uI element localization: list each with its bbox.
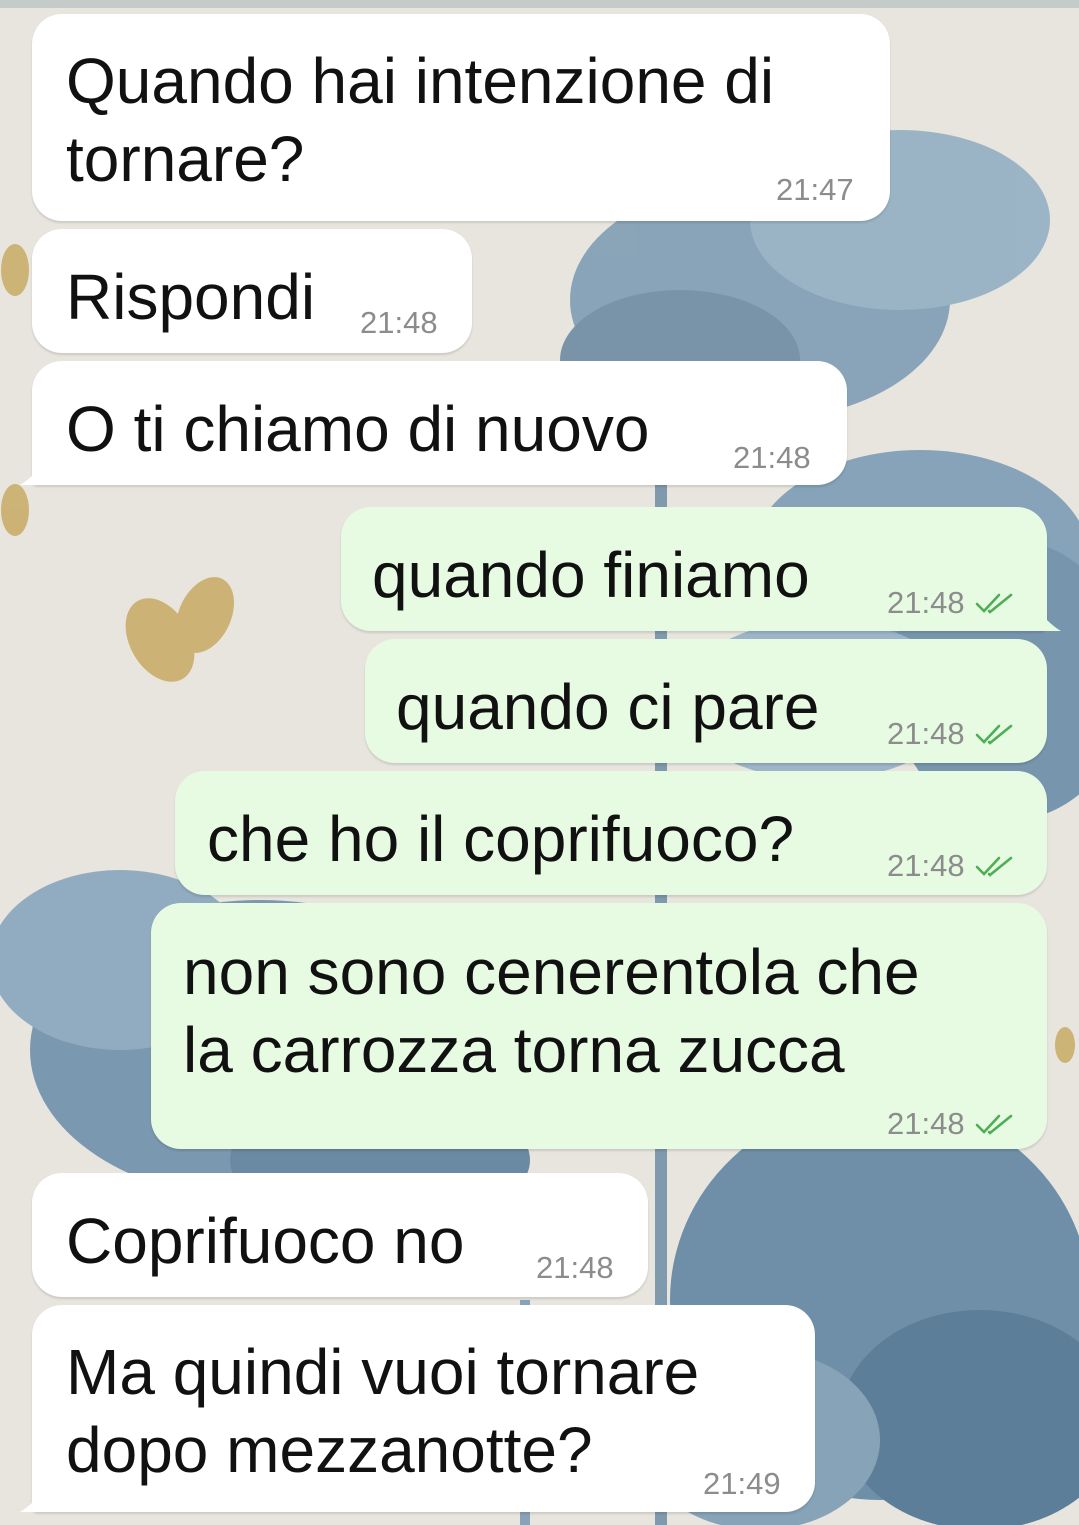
- bubble-tail: [1035, 605, 1061, 631]
- message-text: O ti chiamo di nuovo: [66, 393, 650, 465]
- message-meta: 21:48: [887, 1106, 1015, 1142]
- bubble-tail: [20, 1486, 46, 1512]
- read-ticks-icon: [975, 724, 1012, 745]
- message-meta: 21:48: [887, 585, 1015, 621]
- message-text: Coprifuoco no: [66, 1205, 465, 1277]
- message-meta: 21:48: [360, 305, 438, 341]
- message-time: 21:47: [776, 172, 854, 207]
- read-ticks-icon: [975, 856, 1012, 877]
- message-time: 21:48: [733, 440, 811, 475]
- bubble-tail: [20, 459, 46, 485]
- read-ticks-icon: [975, 593, 1012, 614]
- message-time: 21:48: [887, 1106, 965, 1141]
- message-meta: 21:48: [536, 1250, 614, 1286]
- message-time: 21:48: [887, 585, 965, 620]
- message-text: Quando hai intenzione di tornare?: [66, 45, 775, 195]
- message-text: quando finiamo: [372, 539, 810, 611]
- message-time: 21:48: [360, 305, 438, 340]
- message-meta: 21:49: [703, 1466, 781, 1502]
- message-time: 21:48: [887, 848, 965, 883]
- message-text: Rispondi: [66, 261, 316, 333]
- message-meta: 21:48: [733, 440, 811, 476]
- message-text: che ho il coprifuoco?: [207, 803, 795, 875]
- message-meta: 21:47: [776, 172, 854, 208]
- message-time: 21:48: [536, 1250, 614, 1285]
- message-meta: 21:48: [887, 716, 1015, 752]
- message-time: 21:48: [887, 716, 965, 751]
- message-text: Ma quindi vuoi tornare dopo mezzanotte?: [66, 1336, 700, 1486]
- read-ticks-icon: [975, 1114, 1012, 1135]
- message-text: non sono cenerentola che la carrozza tor…: [183, 936, 920, 1086]
- message-text: quando ci pare: [396, 671, 820, 743]
- message-time: 21:49: [703, 1466, 781, 1501]
- message-meta: 21:48: [887, 848, 1015, 884]
